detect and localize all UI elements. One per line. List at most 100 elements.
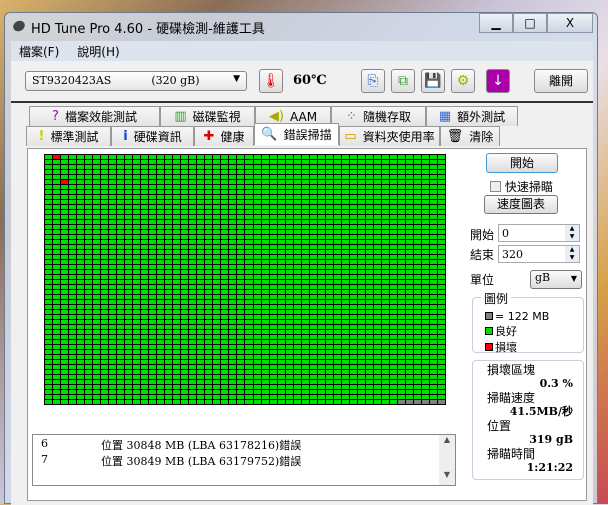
block-good <box>101 260 109 264</box>
block-good <box>189 335 197 339</box>
block-good <box>261 380 269 384</box>
block-good <box>173 250 181 254</box>
block-good <box>381 275 389 279</box>
thermometer-icon[interactable]: 🌡 <box>259 69 283 93</box>
block-good <box>437 265 445 269</box>
block-good <box>205 160 213 164</box>
block-good <box>365 320 373 324</box>
block-good <box>405 195 413 199</box>
minimize-button[interactable]: ▁ <box>479 13 513 33</box>
block-good <box>245 365 253 369</box>
block-good <box>173 350 181 354</box>
block-good <box>405 210 413 214</box>
exit-button[interactable]: 離開 <box>534 69 588 93</box>
block-good <box>373 215 381 219</box>
block-good <box>413 270 421 274</box>
block-good <box>373 270 381 274</box>
copy-info-button[interactable]: ⎘ <box>361 69 385 93</box>
block-good <box>157 290 165 294</box>
block-good <box>221 340 229 344</box>
block-good <box>237 230 245 234</box>
block-good <box>309 325 317 329</box>
copy-screenshot-button[interactable]: ⧉ <box>391 69 415 93</box>
drive-select[interactable]: ST9320423AS (320 gB) ▼ <box>25 71 247 91</box>
block-good <box>69 225 77 229</box>
block-good <box>325 300 333 304</box>
end-input[interactable]: 320 ▲ ▼ <box>498 245 580 263</box>
block-good <box>165 300 173 304</box>
block-good <box>197 220 205 224</box>
block-good <box>269 365 277 369</box>
checkbox-box[interactable] <box>490 181 501 192</box>
block-good <box>285 190 293 194</box>
block-good <box>213 375 221 379</box>
block-good <box>293 195 301 199</box>
block-good <box>349 155 357 159</box>
start-spinner[interactable]: ▲ ▼ <box>565 225 579 241</box>
tab-health[interactable]: ✚ 健康 <box>194 126 254 146</box>
block-good <box>325 235 333 239</box>
block-good <box>53 280 61 284</box>
block-good <box>365 340 373 344</box>
block-good <box>381 330 389 334</box>
download-button[interactable]: ↓ <box>486 69 510 93</box>
block-good <box>285 215 293 219</box>
menu-help[interactable]: 說明(H) <box>77 43 119 59</box>
block-good <box>133 290 141 294</box>
start-scan-button[interactable]: 開始 <box>486 153 558 173</box>
block-good <box>413 350 421 354</box>
block-good <box>133 270 141 274</box>
block-good <box>93 375 101 379</box>
block-good <box>53 330 61 334</box>
block-good <box>85 355 93 359</box>
block-good <box>341 220 349 224</box>
log-scrollbar[interactable]: ▲ ▼ <box>439 435 455 485</box>
maximize-button[interactable]: □ <box>513 13 547 33</box>
block-good <box>205 260 213 264</box>
block-good <box>85 385 93 389</box>
block-good <box>357 225 365 229</box>
block-good <box>333 285 341 289</box>
save-button[interactable]: 💾 <box>421 69 445 93</box>
tab-folder-usage[interactable]: ▭ 資料夾使用率 <box>339 126 440 146</box>
tab-extra-tests[interactable]: ▦ 額外測試 <box>426 106 518 126</box>
end-spinner[interactable]: ▲ ▼ <box>565 246 579 262</box>
block-good <box>325 320 333 324</box>
tab-random-access[interactable]: ⁘ 隨機存取 <box>331 106 426 126</box>
block-good <box>261 205 269 209</box>
options-button[interactable]: ⚙ <box>451 69 475 93</box>
block-good <box>85 360 93 364</box>
close-button[interactable]: X <box>547 13 593 33</box>
block-good <box>285 230 293 234</box>
tab-file-benchmark[interactable]: ? 檔案效能測試 <box>29 106 160 126</box>
unit-select[interactable]: gB ▼ <box>530 270 582 289</box>
block-good <box>373 255 381 259</box>
block-good <box>333 160 341 164</box>
block-good <box>69 350 77 354</box>
start-input[interactable]: 0 ▲ ▼ <box>498 224 580 242</box>
speed-chart-button[interactable]: 速度圖表 <box>484 195 558 214</box>
block-good <box>69 400 77 404</box>
block-good <box>205 355 213 359</box>
block-good <box>61 260 69 264</box>
block-good <box>269 280 277 284</box>
block-good <box>285 160 293 164</box>
block-good <box>61 230 69 234</box>
quick-scan-checkbox[interactable]: 快速掃瞄 <box>490 178 553 195</box>
tab-error-scan[interactable]: 🔍 錯誤掃描 <box>254 123 339 145</box>
block-good <box>157 240 165 244</box>
tab-benchmark[interactable]: ! 標準測試 <box>26 126 111 146</box>
block-good <box>189 400 197 404</box>
block-good <box>61 320 69 324</box>
menu-file[interactable]: 檔案(F) <box>19 43 59 59</box>
block-good <box>285 225 293 229</box>
tab-disk-monitor[interactable]: ▥ 磁碟監視 <box>160 106 255 126</box>
tab-label: 磁碟監視 <box>192 110 241 124</box>
tab-info[interactable]: i 硬碟資訊 <box>111 126 194 146</box>
block-good <box>341 200 349 204</box>
tab-erase[interactable]: 🗑 清除 <box>440 126 500 146</box>
block-good <box>309 350 317 354</box>
block-good <box>245 230 253 234</box>
block-good <box>101 390 109 394</box>
block-good <box>421 380 429 384</box>
